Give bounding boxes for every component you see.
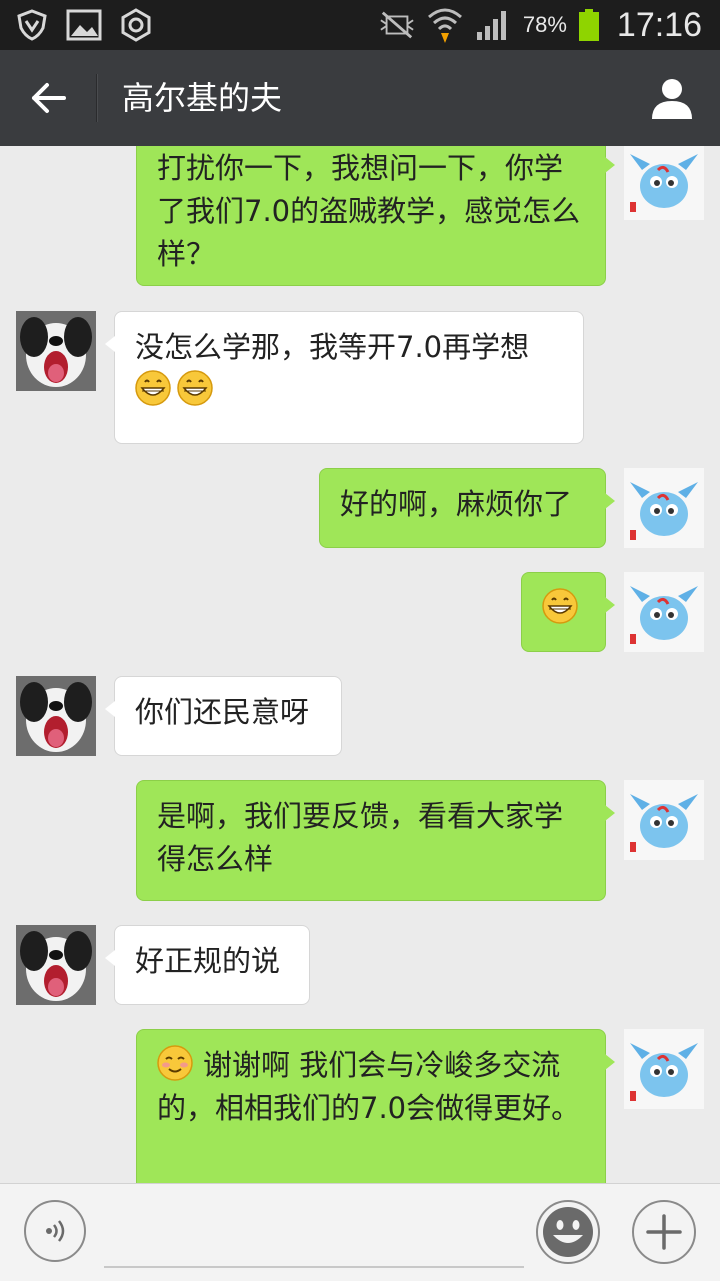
chat-title: 高尔基的夫: [122, 79, 283, 117]
status-bar: 78% 17:16: [0, 0, 720, 50]
contact-avatar[interactable]: [16, 311, 96, 391]
message-bubble[interactable]: 好正规的说: [105, 925, 310, 1005]
my-avatar[interactable]: [624, 1029, 704, 1109]
message-list[interactable]: 打扰你一下，我想问一下，你学了我们7.0的盗贼教学，感觉怎么样？ 没怎么学那，我…: [0, 146, 720, 1183]
emoji-button[interactable]: [536, 1200, 600, 1264]
message-text: 没怎么学那，我等开7.0再学想: [135, 330, 530, 364]
message-bubble[interactable]: 你们还民意呀: [105, 676, 342, 756]
profile-button[interactable]: [646, 72, 698, 124]
chat-header: 高尔基的夫: [0, 50, 720, 146]
wifi-icon: [427, 8, 463, 43]
smiley-icon: [543, 1207, 593, 1257]
grin-emoji-icon: [177, 370, 213, 406]
battery-percent: 78%: [522, 12, 567, 37]
clock: 17:16: [616, 5, 702, 44]
message-bubble[interactable]: 打扰你一下，我想问一下，你学了我们7.0的盗贼教学，感觉怎么样？: [136, 146, 615, 286]
voice-button[interactable]: [24, 1200, 86, 1262]
arrow-left-icon: [32, 83, 66, 113]
battery-icon: [578, 9, 599, 41]
message-text: 你们还民意呀: [135, 695, 310, 729]
plus-icon: [646, 1214, 682, 1250]
voice-icon: [46, 1220, 65, 1242]
my-avatar[interactable]: [624, 146, 704, 220]
person-icon: [652, 79, 692, 119]
mute-icon: [379, 8, 415, 42]
my-avatar[interactable]: [624, 572, 704, 652]
shield-icon: [14, 8, 50, 42]
message-input[interactable]: [104, 1204, 524, 1268]
message-text: 好正规的说: [135, 944, 281, 978]
my-avatar[interactable]: [624, 780, 704, 860]
message-bubble[interactable]: 是啊，我们要反馈，看看大家学得怎么样: [136, 780, 615, 901]
image-icon: [66, 8, 102, 42]
header-divider: [96, 74, 98, 122]
grin-emoji-icon: [135, 370, 171, 406]
signal-icon: [475, 8, 511, 42]
back-button[interactable]: [18, 68, 80, 128]
message-text: 打扰你一下，我想问一下，你学了我们7.0的盗贼教学，感觉怎么样？: [157, 151, 581, 271]
contact-avatar[interactable]: [16, 925, 96, 1005]
message-bubble[interactable]: 好的啊，麻烦你了: [319, 468, 615, 548]
message-text: 好的啊，麻烦你了: [340, 487, 573, 521]
more-button[interactable]: [632, 1200, 696, 1264]
message-bubble[interactable]: 没怎么学那，我等开7.0再学想: [105, 311, 584, 444]
message-text: 是啊，我们要反馈，看看大家学得怎么样: [157, 799, 564, 876]
input-bar: [0, 1183, 720, 1281]
blush-emoji-icon: [157, 1045, 193, 1081]
settings-icon: [118, 8, 154, 42]
grin-emoji-icon: [542, 588, 578, 624]
message-bubble[interactable]: 谢谢啊 我们会与冷峻多交流的，相相我们的7.0会做得更好。: [136, 1029, 615, 1183]
my-avatar[interactable]: [624, 468, 704, 548]
message-text: 谢谢啊 我们会与冷峻多交流的，相相我们的7.0会做得更好。: [157, 1048, 581, 1125]
contact-avatar[interactable]: [16, 676, 96, 756]
message-bubble[interactable]: [521, 572, 615, 652]
